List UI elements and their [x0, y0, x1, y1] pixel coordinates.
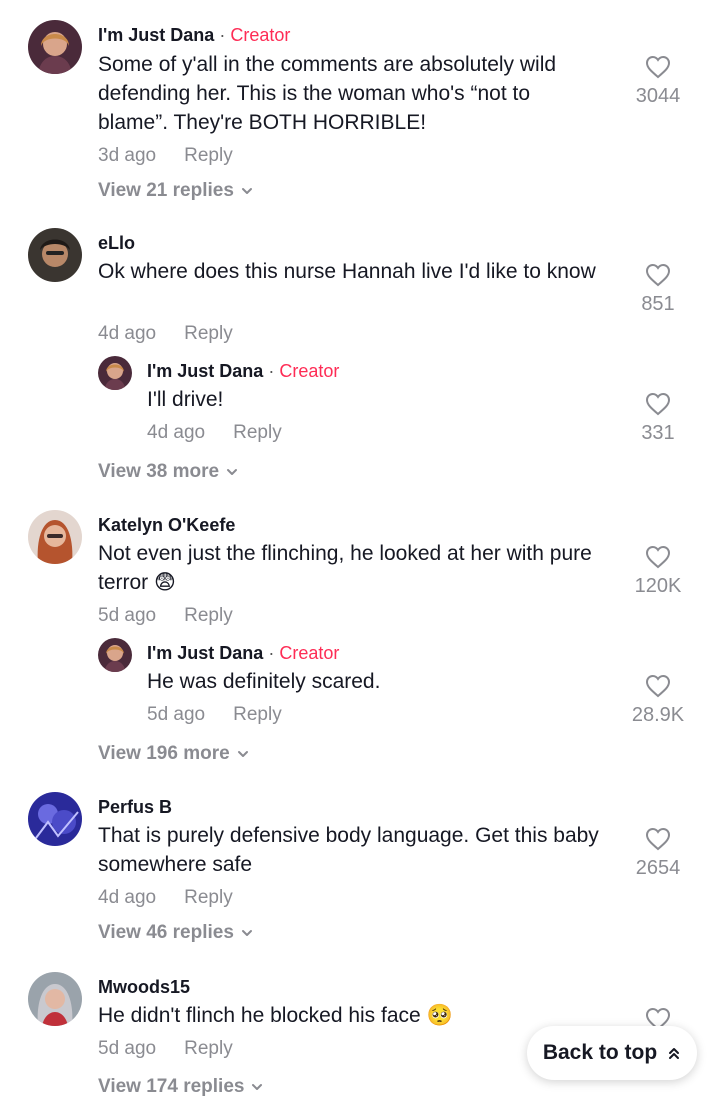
heart-icon[interactable]: [645, 674, 671, 698]
heart-icon[interactable]: [645, 827, 671, 851]
comment-meta: 5d ago Reply: [98, 605, 233, 627]
avatar[interactable]: [28, 228, 82, 282]
back-to-top-label: Back to top: [542, 1041, 658, 1064]
avatar[interactable]: [28, 972, 82, 1026]
timestamp: 3d ago: [98, 145, 157, 166]
like-button[interactable]: 3044: [613, 55, 703, 108]
comment-text: He was definitely scared.: [147, 670, 381, 693]
reply-button[interactable]: Reply: [184, 323, 233, 344]
username[interactable]: Katelyn O'Keefe: [98, 515, 235, 536]
comment-meta: 4d ago Reply: [147, 422, 282, 444]
reply-button[interactable]: Reply: [184, 145, 233, 166]
username[interactable]: I'm Just Dana · Creator: [98, 25, 290, 46]
username[interactable]: I'm Just Dana · Creator: [147, 361, 339, 382]
heart-icon[interactable]: [645, 263, 671, 287]
view-replies-button[interactable]: View 174 replies: [98, 1076, 264, 1098]
username[interactable]: Mwoods15: [98, 977, 190, 998]
timestamp: 4d ago: [98, 887, 157, 908]
like-count: 120K: [634, 575, 682, 597]
username[interactable]: Perfus B: [98, 797, 172, 818]
reply-button[interactable]: Reply: [233, 704, 282, 725]
creator-badge: Creator: [279, 361, 340, 381]
chevron-down-icon: [225, 465, 239, 479]
like-count: 331: [641, 422, 675, 444]
comment-text: He didn't flinch he blocked his face 🥺: [98, 1004, 453, 1027]
avatar[interactable]: [98, 638, 132, 672]
comment-meta: 4d ago Reply: [98, 323, 233, 345]
like-button[interactable]: 120K: [613, 545, 703, 598]
creator-badge: Creator: [230, 25, 291, 45]
heart-icon[interactable]: [645, 392, 671, 416]
comment-meta: 4d ago Reply: [98, 887, 233, 909]
avatar[interactable]: [98, 356, 132, 390]
like-count: 851: [641, 293, 675, 315]
like-button[interactable]: 2654: [613, 827, 703, 880]
like-button[interactable]: 331: [613, 392, 703, 445]
reply-button[interactable]: Reply: [184, 887, 233, 908]
chevron-down-icon: [250, 1080, 264, 1094]
avatar[interactable]: [28, 510, 82, 564]
timestamp: 4d ago: [147, 422, 206, 443]
timestamp: 5d ago: [98, 605, 157, 626]
timestamp: 4d ago: [98, 323, 157, 344]
timestamp: 5d ago: [147, 704, 206, 725]
view-more-button[interactable]: View 38 more: [98, 461, 239, 483]
heart-icon[interactable]: [645, 55, 671, 79]
comment-text: Not even just the flinching, he looked a…: [98, 542, 592, 594]
avatar[interactable]: [28, 792, 82, 846]
reply-button[interactable]: Reply: [184, 605, 233, 626]
like-count: 2654: [635, 857, 681, 879]
like-count: 28.9K: [631, 704, 685, 726]
view-more-button[interactable]: View 196 more: [98, 743, 250, 765]
chevron-down-icon: [236, 747, 250, 761]
comment-text: That is purely defensive body language. …: [98, 824, 599, 876]
reply-button[interactable]: Reply: [184, 1038, 233, 1059]
view-replies-button[interactable]: View 21 replies: [98, 180, 254, 202]
view-replies-button[interactable]: View 46 replies: [98, 922, 254, 944]
back-to-top-button[interactable]: Back to top: [527, 1026, 697, 1080]
comment-meta: 5d ago Reply: [147, 704, 282, 726]
comment-meta: 5d ago Reply: [98, 1038, 233, 1060]
comment-text: I'll drive!: [147, 388, 224, 411]
username[interactable]: eLlo: [98, 233, 135, 254]
chevron-down-icon: [240, 184, 254, 198]
username[interactable]: I'm Just Dana · Creator: [147, 643, 339, 664]
comment-text: Ok where does this nurse Hannah live I'd…: [98, 260, 596, 283]
creator-badge: Creator: [279, 643, 340, 663]
like-count: 3044: [635, 85, 681, 107]
double-chevron-up-icon: [669, 1048, 680, 1059]
reply-button[interactable]: Reply: [233, 422, 282, 443]
avatar[interactable]: [28, 20, 82, 74]
chevron-down-icon: [240, 926, 254, 940]
comment-meta: 3d ago Reply: [98, 145, 233, 167]
heart-icon[interactable]: [645, 545, 671, 569]
like-button[interactable]: 851: [613, 263, 703, 316]
timestamp: 5d ago: [98, 1038, 157, 1059]
comment-text: Some of y'all in the comments are absolu…: [98, 53, 557, 134]
like-button[interactable]: 28.9K: [613, 674, 703, 727]
